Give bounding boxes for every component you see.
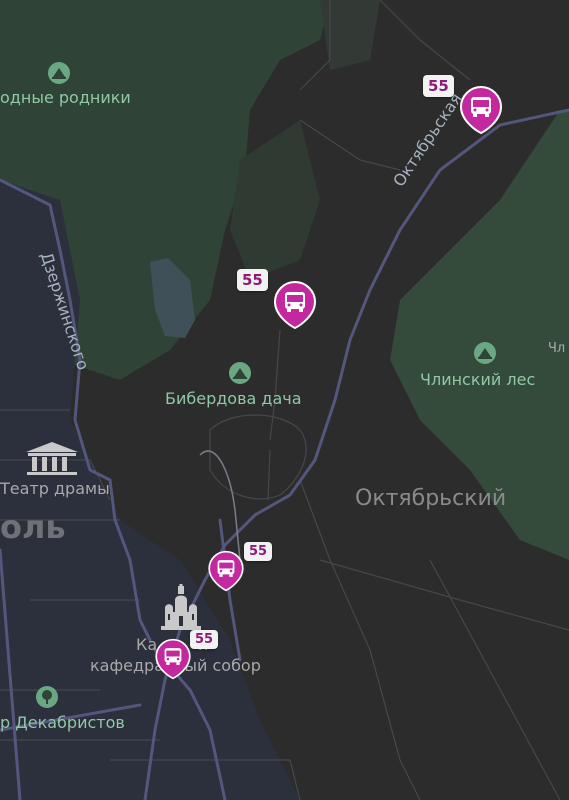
park-icon [474, 342, 496, 364]
city-label: оль [0, 508, 66, 546]
tree-icon [36, 686, 58, 708]
poi-label-theatre: Театр драмы [0, 479, 110, 498]
map-view[interactable]: одные родники Бибердова дача Члинский ле… [0, 0, 569, 800]
park-icon [229, 362, 251, 384]
poi-label-chlinsky: Члинский лес [420, 370, 536, 389]
cathedral-icon [161, 584, 201, 630]
route-badge[interactable]: 55 [423, 75, 454, 97]
edge-label: Чл [548, 341, 566, 356]
route-badge[interactable]: 55 [237, 269, 268, 291]
poi-label-dekabristov: р Декабристов [0, 713, 125, 732]
route-badge[interactable]: 55 [244, 542, 273, 561]
tram-line [199, 450, 241, 561]
poi-label-springs: одные родники [0, 88, 131, 107]
theatre-icon [26, 442, 78, 475]
bus-marker[interactable] [155, 638, 191, 680]
park-icon [48, 62, 70, 84]
poi-label-biberdova: Бибердова дача [165, 389, 302, 408]
bus-marker[interactable] [208, 550, 244, 592]
bus-marker[interactable] [460, 85, 502, 135]
district-label-oktyabrsky: Октябрьский [355, 486, 507, 511]
route-badge[interactable]: 55 [190, 630, 219, 649]
bus-marker[interactable] [274, 280, 316, 330]
